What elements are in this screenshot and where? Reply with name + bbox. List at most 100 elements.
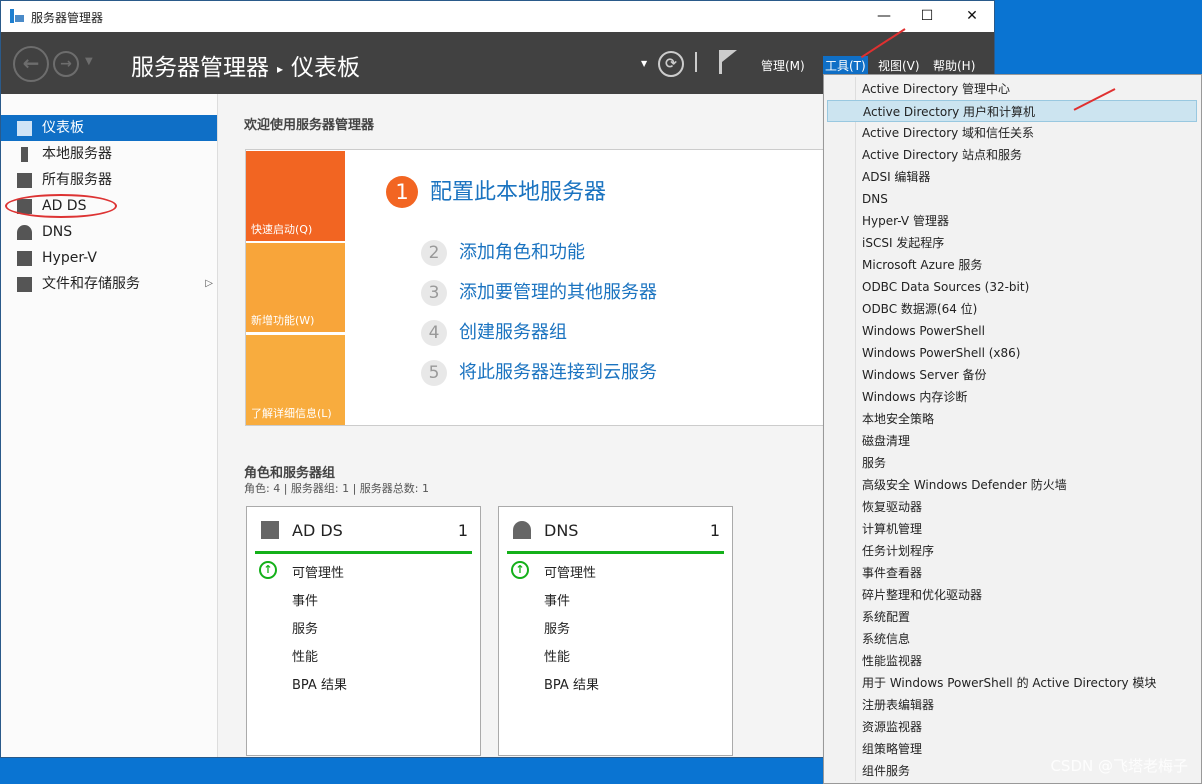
tools-menu-item[interactable]: DNS	[827, 188, 1197, 210]
dashboard-icon	[17, 121, 32, 136]
step-configure-local-server[interactable]: 1 配置此本地服务器	[386, 174, 606, 208]
tools-menu-item[interactable]: 磁盘清理	[827, 430, 1197, 452]
title-bar: 服务器管理器 — ☐ ✕	[1, 1, 994, 32]
back-button[interactable]: ←	[13, 46, 49, 82]
tools-menu-item[interactable]: 计算机管理	[827, 518, 1197, 540]
card-row-manageability[interactable]: 可管理性	[292, 562, 344, 581]
step-label: 添加角色和功能	[459, 242, 585, 263]
forward-button[interactable]: →	[53, 51, 79, 77]
menu-view[interactable]: 视图(V)	[876, 56, 922, 75]
sidebar-item-all-servers[interactable]: 所有服务器	[1, 167, 217, 193]
card-count: 1	[709, 521, 720, 540]
tools-menu-item[interactable]: 性能监视器	[827, 650, 1197, 672]
step-create-group[interactable]: 4 创建服务器组	[421, 318, 567, 346]
menu-tools[interactable]: 工具(T)	[823, 56, 868, 75]
hyper-v-icon	[17, 251, 32, 266]
tile-whats-new[interactable]: 新增功能(W)	[246, 243, 345, 332]
status-bar	[507, 551, 724, 554]
tools-menu-item[interactable]: Active Directory 域和信任关系	[827, 122, 1197, 144]
tools-menu-item[interactable]: Active Directory 站点和服务	[827, 144, 1197, 166]
step-label: 将此服务器连接到云服务	[459, 362, 657, 383]
step-connect-cloud[interactable]: 5 将此服务器连接到云服务	[421, 358, 657, 386]
sidebar-item-label: 本地服务器	[42, 146, 112, 162]
card-row-services[interactable]: 服务	[292, 618, 318, 637]
dns-icon	[17, 225, 32, 240]
tools-menu-item[interactable]: Windows PowerShell (x86)	[827, 342, 1197, 364]
refresh-icon[interactable]: ⟳	[658, 51, 684, 77]
tools-menu-item[interactable]: Active Directory 管理中心	[827, 78, 1197, 100]
tile-quick-start[interactable]: 快速启动(Q)	[246, 151, 345, 241]
tools-menu-item[interactable]: 资源监视器	[827, 716, 1197, 738]
tools-menu-item[interactable]: Hyper-V 管理器	[827, 210, 1197, 232]
tools-menu-item[interactable]: iSCSI 发起程序	[827, 232, 1197, 254]
card-title: DNS	[544, 521, 579, 540]
welcome-title: 欢迎使用服务器管理器	[244, 118, 375, 133]
tools-menu-item[interactable]: Microsoft Azure 服务	[827, 254, 1197, 276]
menu-help[interactable]: 帮助(H)	[931, 56, 977, 75]
step-add-servers[interactable]: 3 添加要管理的其他服务器	[421, 278, 657, 306]
step-number: 3	[421, 280, 447, 306]
card-row-performance[interactable]: 性能	[292, 646, 318, 665]
sidebar-item-dns[interactable]: DNS	[1, 219, 217, 245]
step-label: 创建服务器组	[459, 322, 567, 343]
tools-menu-item[interactable]: Windows 内存诊断	[827, 386, 1197, 408]
file-storage-icon	[17, 277, 32, 292]
tools-menu-item[interactable]: 事件查看器	[827, 562, 1197, 584]
notification-flag-icon[interactable]	[717, 48, 739, 76]
history-dropdown-icon[interactable]: ▼	[85, 56, 93, 67]
card-row-services[interactable]: 服务	[544, 618, 570, 637]
step-label: 添加要管理的其他服务器	[459, 282, 657, 303]
minimize-button[interactable]: —	[861, 1, 907, 32]
window-title: 服务器管理器	[31, 11, 104, 25]
tools-menu-item[interactable]: ODBC 数据源(64 位)	[827, 298, 1197, 320]
tools-dropdown-menu: Active Directory 管理中心 Active Directory 用户…	[823, 74, 1202, 784]
tools-menu-item[interactable]: Windows Server 备份	[827, 364, 1197, 386]
tile-label: 了解详细信息(L)	[251, 407, 332, 420]
tools-menu-item[interactable]: ODBC Data Sources (32-bit)	[827, 276, 1197, 298]
sidebar-item-label: 仪表板	[42, 120, 84, 136]
sidebar-item-hyper-v[interactable]: Hyper-V	[1, 245, 217, 271]
card-count: 1	[457, 521, 468, 540]
sidebar-item-local-server[interactable]: 本地服务器	[1, 141, 217, 167]
sidebar-item-label: 文件和存储服务	[42, 276, 140, 292]
sidebar-item-label: DNS	[42, 224, 73, 240]
tile-learn-more[interactable]: 了解详细信息(L)	[246, 335, 345, 425]
tools-menu-item[interactable]: Active Directory 用户和计算机	[827, 100, 1197, 122]
step-number: 5	[421, 360, 447, 386]
card-row-events[interactable]: 事件	[544, 590, 570, 609]
sidebar-item-label: Hyper-V	[42, 250, 97, 266]
role-card-ad-ds[interactable]: AD DS 1 ↑ 可管理性 事件 服务 性能 BPA 结果	[246, 506, 481, 756]
dropdown-icon[interactable]: ▼	[641, 59, 647, 68]
card-row-bpa[interactable]: BPA 结果	[292, 674, 347, 693]
menu-manage[interactable]: 管理(M)	[759, 56, 807, 75]
tools-menu-item[interactable]: 用于 Windows PowerShell 的 Active Directory…	[827, 672, 1197, 694]
close-button[interactable]: ✕	[949, 1, 994, 32]
tools-menu-item[interactable]: 恢复驱动器	[827, 496, 1197, 518]
sidebar-item-dashboard[interactable]: 仪表板	[1, 115, 217, 141]
tools-menu-item[interactable]: 系统信息	[827, 628, 1197, 650]
sidebar-item-file-storage[interactable]: 文件和存储服务 ▷	[1, 271, 217, 297]
annotation-circle	[5, 194, 117, 218]
tools-menu-item[interactable]: ADSI 编辑器	[827, 166, 1197, 188]
step-number: 4	[421, 320, 447, 346]
maximize-button[interactable]: ☐	[904, 1, 950, 32]
card-row-manageability[interactable]: 可管理性	[544, 562, 596, 581]
status-ok-icon: ↑	[511, 561, 529, 579]
tools-menu-item[interactable]: Windows PowerShell	[827, 320, 1197, 342]
status-bar	[255, 551, 472, 554]
tools-menu-item[interactable]: 本地安全策略	[827, 408, 1197, 430]
card-row-performance[interactable]: 性能	[544, 646, 570, 665]
server-manager-icon	[10, 9, 24, 23]
role-card-dns[interactable]: DNS 1 ↑ 可管理性 事件 服务 性能 BPA 结果	[498, 506, 733, 756]
tools-menu-item[interactable]: 服务	[827, 452, 1197, 474]
tools-menu-item[interactable]: 任务计划程序	[827, 540, 1197, 562]
chevron-right-icon[interactable]: ▷	[205, 271, 213, 297]
tools-menu-item[interactable]: 高级安全 Windows Defender 防火墙	[827, 474, 1197, 496]
step-add-roles[interactable]: 2 添加角色和功能	[421, 238, 585, 266]
tools-menu-item[interactable]: 注册表编辑器	[827, 694, 1197, 716]
card-row-bpa[interactable]: BPA 结果	[544, 674, 599, 693]
roles-title: 角色和服务器组	[244, 466, 336, 481]
tools-menu-item[interactable]: 碎片整理和优化驱动器	[827, 584, 1197, 606]
card-row-events[interactable]: 事件	[292, 590, 318, 609]
tools-menu-item[interactable]: 系统配置	[827, 606, 1197, 628]
